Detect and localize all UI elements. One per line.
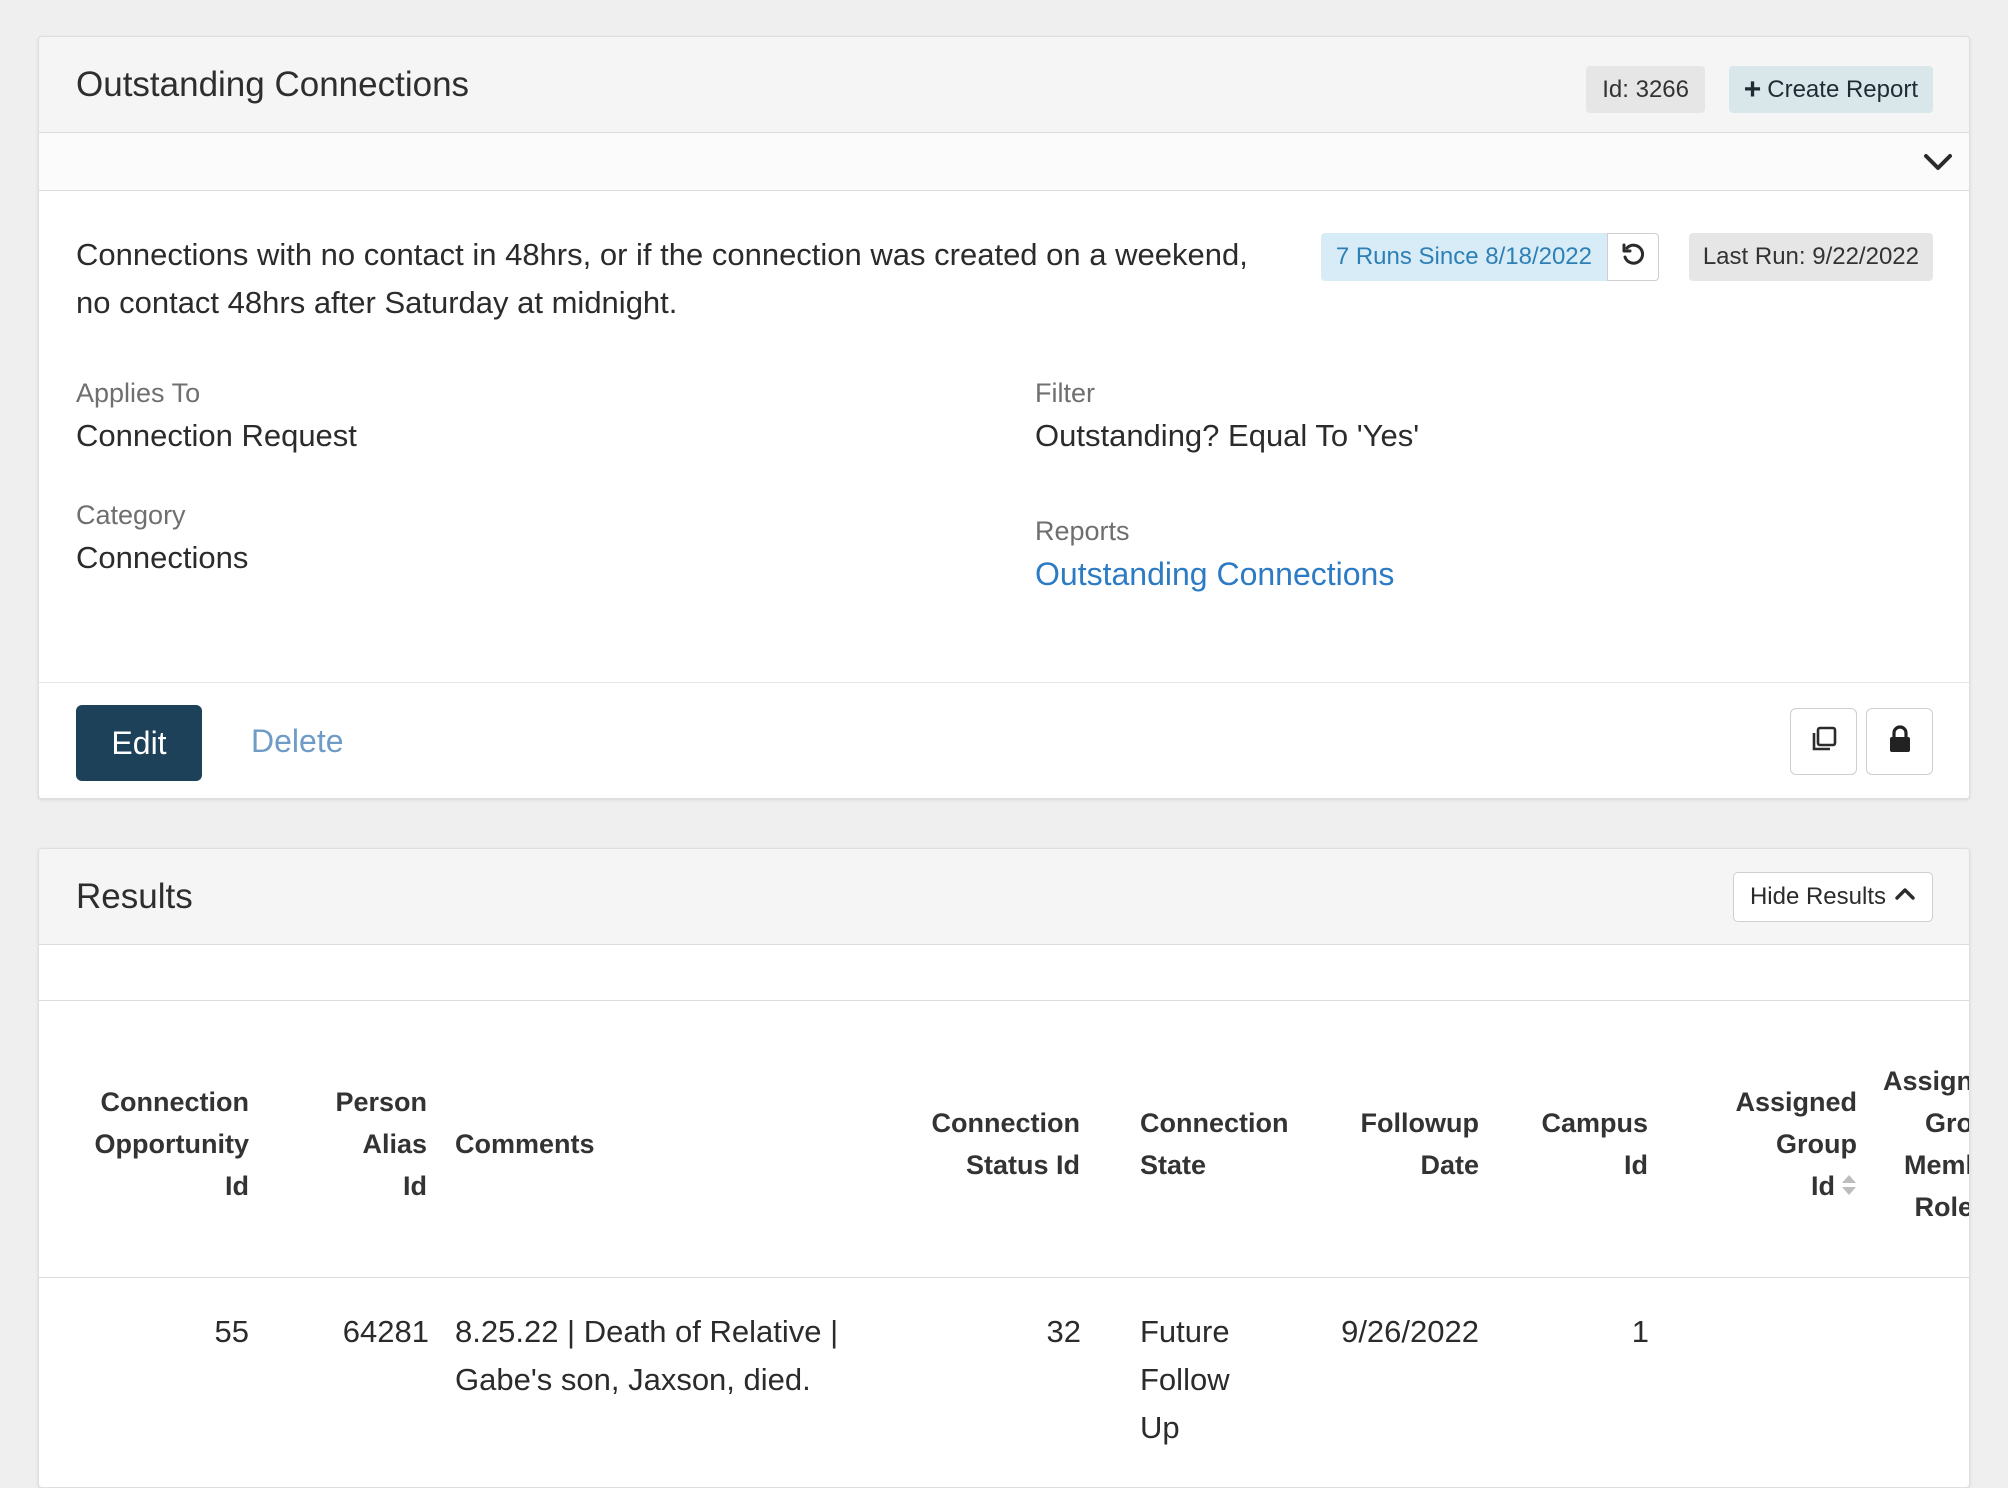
field-label: Category [76, 500, 186, 530]
panel-drawer [39, 133, 1969, 191]
copy-button[interactable] [1790, 708, 1857, 775]
cell-connection-status-id: 32 [1046, 1314, 1081, 1349]
column-header-connection-status-id[interactable]: Connection Status Id [932, 1102, 1081, 1186]
field-label: Filter [1035, 378, 1095, 408]
field-label: Reports [1035, 516, 1130, 546]
field-value: Outstanding? Equal To 'Yes' [1035, 418, 1420, 453]
actions-bar: Edit Delete [39, 685, 1969, 798]
field-category: Category Connections [76, 498, 248, 580]
field-label: Applies To [76, 378, 201, 408]
field-filter: Filter Outstanding? Equal To 'Yes' [1035, 376, 1419, 458]
create-report-button[interactable]: + Create Report [1728, 66, 1933, 113]
column-header-connection-state[interactable]: Connection State [1140, 1102, 1289, 1186]
cell-followup-date: 9/26/2022 [1341, 1314, 1479, 1349]
cell-connection-state: Future Follow Up [1140, 1314, 1230, 1445]
field-value: Connection Request [76, 418, 357, 453]
results-heading: Results Hide Results [39, 849, 1969, 945]
column-header-campus-id[interactable]: Campus Id [1541, 1102, 1648, 1186]
run-stats: 7 Runs Since 8/18/2022 [1320, 233, 1659, 281]
lock-icon [1885, 724, 1915, 759]
report-link[interactable]: Outstanding Connections [1035, 552, 1394, 596]
edit-button[interactable]: Edit [76, 705, 202, 781]
column-header-assigned-group-id[interactable]: Assigned Group Id [1735, 1081, 1857, 1209]
create-report-label: Create Report [1767, 76, 1918, 103]
report-description: Connections with no contact in 48hrs, or… [76, 237, 1248, 320]
column-header-person-alias-id[interactable]: Person Alias Id [335, 1081, 427, 1207]
field-applies-to: Applies To Connection Request [76, 376, 357, 458]
column-header-comments[interactable]: Comments [455, 1123, 595, 1165]
last-run-badge: Last Run: 9/22/2022 [1688, 233, 1933, 281]
field-value: Connections [76, 540, 249, 575]
plus-icon: + [1743, 73, 1762, 106]
page-title: Outstanding Connections [76, 65, 470, 104]
refresh-icon [1620, 242, 1646, 273]
copy-icon [1809, 724, 1839, 759]
sort-icon[interactable] [1841, 1167, 1857, 1209]
cell-comments: 8.25.22 | Death of Relative | Gabe's son… [455, 1314, 839, 1397]
results-title: Results [76, 877, 193, 916]
table-row[interactable]: 55 64281 8.25.22 | Death of Relative | G… [39, 1278, 1969, 1468]
hide-results-button[interactable]: Hide Results [1732, 872, 1933, 922]
report-detail-panel: Outstanding Connections Id: 3266 + Create… [38, 36, 1970, 799]
chevron-down-icon[interactable] [1921, 145, 1955, 179]
cell-person-alias-id: 64281 [342, 1314, 429, 1349]
hide-results-label: Hide Results [1749, 883, 1886, 910]
field-reports: Reports Outstanding Connections [1035, 514, 1394, 596]
panel-body: Connections with no contact in 48hrs, or… [39, 191, 1969, 683]
runs-since-badge: 7 Runs Since 8/18/2022 [1320, 233, 1607, 281]
security-button[interactable] [1866, 708, 1933, 775]
panel-heading: Outstanding Connections Id: 3266 + Create… [39, 37, 1969, 133]
column-header-connection-opportunity-id[interactable]: Connection Opportunity Id [95, 1081, 249, 1207]
column-header-assigned-group-member-role[interactable]: Assign Gro Meml Role [1883, 1060, 1969, 1228]
reset-runs-button[interactable] [1607, 233, 1659, 281]
cell-campus-id: 1 [1631, 1314, 1649, 1349]
grid-filter-bar [39, 945, 1969, 1001]
column-header-followup-date[interactable]: Followup Date [1361, 1102, 1479, 1186]
id-badge: Id: 3266 [1586, 66, 1705, 113]
results-panel: Results Hide Results Connection Opportun… [38, 848, 1970, 1488]
grid-header-row: Connection Opportunity Id Person Alias I… [39, 1001, 1969, 1278]
chevron-up-icon [1894, 883, 1916, 912]
delete-button[interactable]: Delete [251, 723, 344, 760]
cell-connection-opportunity-id: 55 [214, 1314, 249, 1349]
